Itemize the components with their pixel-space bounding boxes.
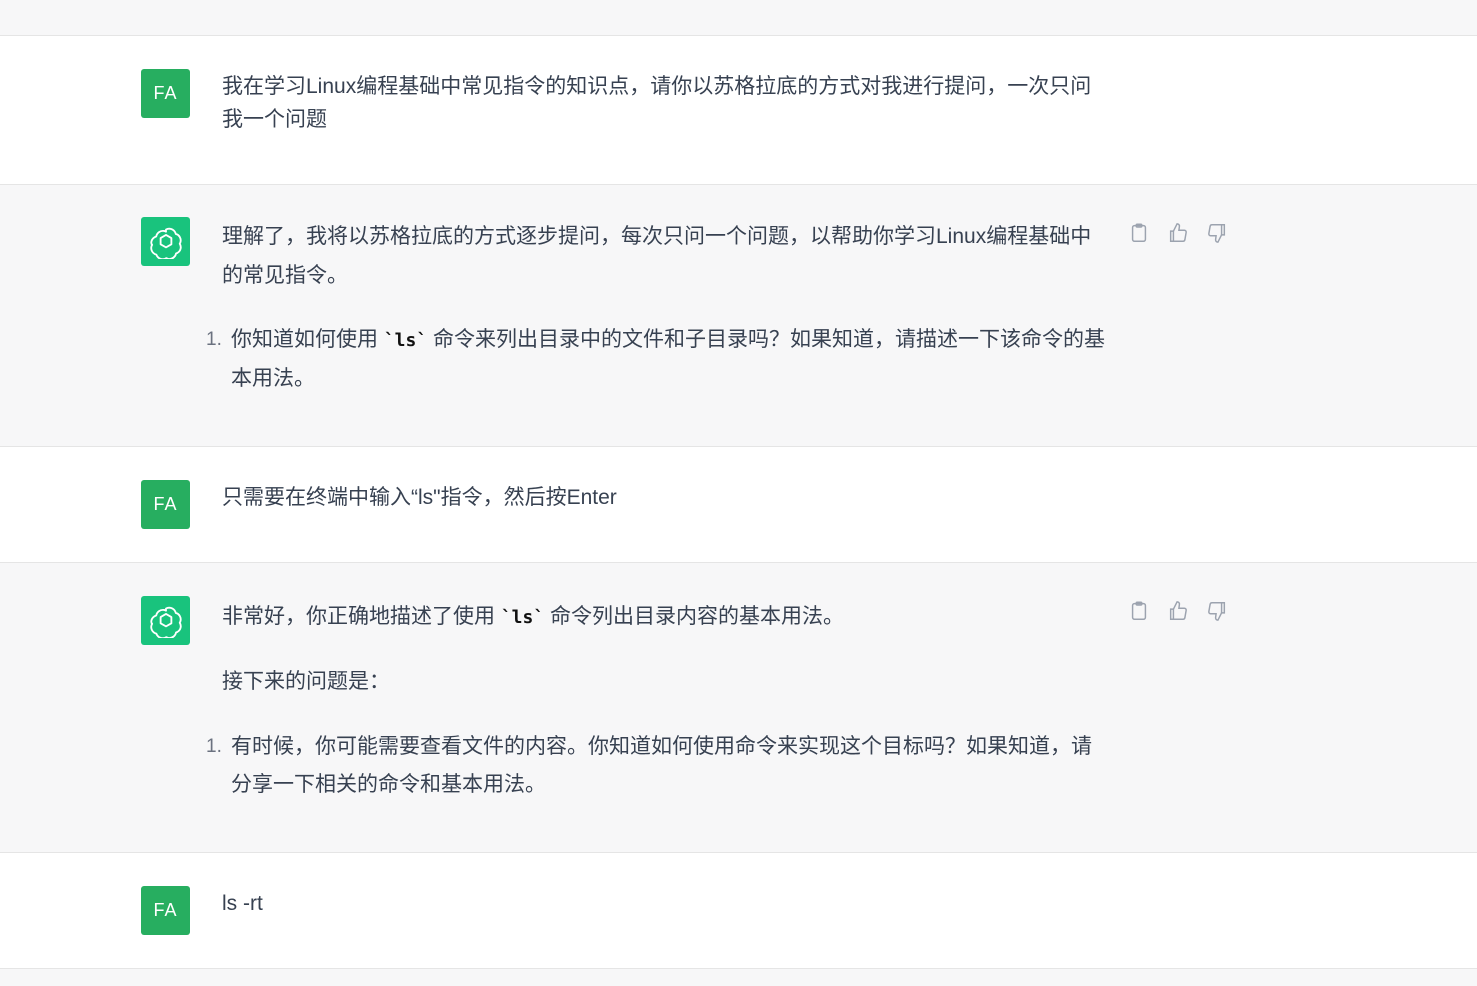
thumbs-up-icon bbox=[1169, 601, 1187, 620]
clipboard-icon bbox=[1131, 223, 1147, 242]
message-body: 理解了，我将以苏格拉底的方式逐步提问，每次只问一个问题，以帮助你学习Linux编… bbox=[222, 225, 1092, 287]
thumbs-up-button[interactable] bbox=[1166, 221, 1190, 245]
assistant-intro-text: 非常好，你正确地描述了使用 `ls` 命令列出目录内容的基本用法。 bbox=[222, 600, 1112, 634]
user-avatar: FA bbox=[141, 886, 190, 935]
copy-button[interactable] bbox=[1127, 599, 1151, 623]
user-avatar: FA bbox=[141, 480, 190, 529]
thumbs-down-button[interactable] bbox=[1205, 221, 1229, 245]
user-message-text: 只需要在终端中输入“ls"指令，然后按Enter bbox=[222, 481, 1112, 514]
copy-button[interactable] bbox=[1127, 221, 1151, 245]
list-number: 1. bbox=[206, 329, 222, 350]
list-text-before: 你知道如何使用 bbox=[231, 328, 384, 351]
inline-code: `ls` bbox=[500, 607, 545, 628]
message-body: 我在学习Linux编程基础中常见指令的知识点，请你以苏格拉底的方式对我进行提问，… bbox=[222, 75, 1092, 131]
thumbs-up-button[interactable] bbox=[1166, 599, 1190, 623]
openai-logo-icon bbox=[141, 596, 190, 645]
bottom-strip bbox=[0, 969, 1477, 986]
message-body: ls -rt bbox=[222, 892, 263, 915]
intro-text-before: 非常好，你正确地描述了使用 bbox=[222, 605, 501, 628]
user-avatar: FA bbox=[141, 69, 190, 118]
clipboard-icon bbox=[1131, 601, 1147, 620]
user-message-3: FA ls -rt bbox=[0, 853, 1477, 969]
list-item-text: 有时候，你可能需要查看文件的内容。你知道如何使用命令来实现这个目标吗？如果知道，… bbox=[231, 735, 1092, 796]
user-message-2: FA 只需要在终端中输入“ls"指令，然后按Enter bbox=[0, 447, 1477, 563]
thumbs-down-icon bbox=[1208, 224, 1226, 243]
chat-transcript: FA 我在学习Linux编程基础中常见指令的知识点，请你以苏格拉底的方式对我进行… bbox=[0, 0, 1477, 986]
user-message-1: FA 我在学习Linux编程基础中常见指令的知识点，请你以苏格拉底的方式对我进行… bbox=[0, 36, 1477, 185]
list-item: 1. 有时候，你可能需要查看文件的内容。你知道如何使用命令来实现这个目标吗？如果… bbox=[206, 728, 1106, 804]
user-message-text: 我在学习Linux编程基础中常见指令的知识点，请你以苏格拉底的方式对我进行提问，… bbox=[222, 70, 1107, 136]
openai-logo-icon bbox=[141, 217, 190, 266]
assistant-message-2: 非常好，你正确地描述了使用 `ls` 命令列出目录内容的基本用法。 接下来的问题… bbox=[0, 563, 1477, 853]
message-body: 只需要在终端中输入“ls"指令，然后按Enter bbox=[222, 486, 617, 509]
list-item: 1. 你知道如何使用 `ls` 命令来列出目录中的文件和子目录吗？如果知道，请描… bbox=[206, 321, 1106, 398]
thumbs-down-button[interactable] bbox=[1205, 599, 1229, 623]
intro-text-after: 命令列出目录内容的基本用法。 bbox=[544, 605, 845, 628]
thumbs-down-icon bbox=[1208, 602, 1226, 621]
user-message-text: ls -rt bbox=[222, 887, 1112, 920]
top-strip bbox=[0, 0, 1477, 36]
message-actions bbox=[1127, 221, 1237, 247]
message-actions bbox=[1127, 599, 1237, 625]
assistant-paragraph: 接下来的问题是： bbox=[222, 665, 1112, 698]
inline-code: `ls` bbox=[383, 330, 428, 351]
assistant-message-1: 理解了，我将以苏格拉底的方式逐步提问，每次只问一个问题，以帮助你学习Linux编… bbox=[0, 185, 1477, 447]
list-number: 1. bbox=[206, 736, 222, 757]
thumbs-up-icon bbox=[1169, 223, 1187, 242]
list-item-text: 你知道如何使用 `ls` 命令来列出目录中的文件和子目录吗？如果知道，请描述一下… bbox=[231, 321, 1106, 398]
message-body: 接下来的问题是： bbox=[222, 670, 390, 693]
message-body: 非常好，你正确地描述了使用 `ls` 命令列出目录内容的基本用法。 bbox=[222, 600, 1112, 634]
assistant-intro-text: 理解了，我将以苏格拉底的方式逐步提问，每次只问一个问题，以帮助你学习Linux编… bbox=[222, 217, 1112, 295]
